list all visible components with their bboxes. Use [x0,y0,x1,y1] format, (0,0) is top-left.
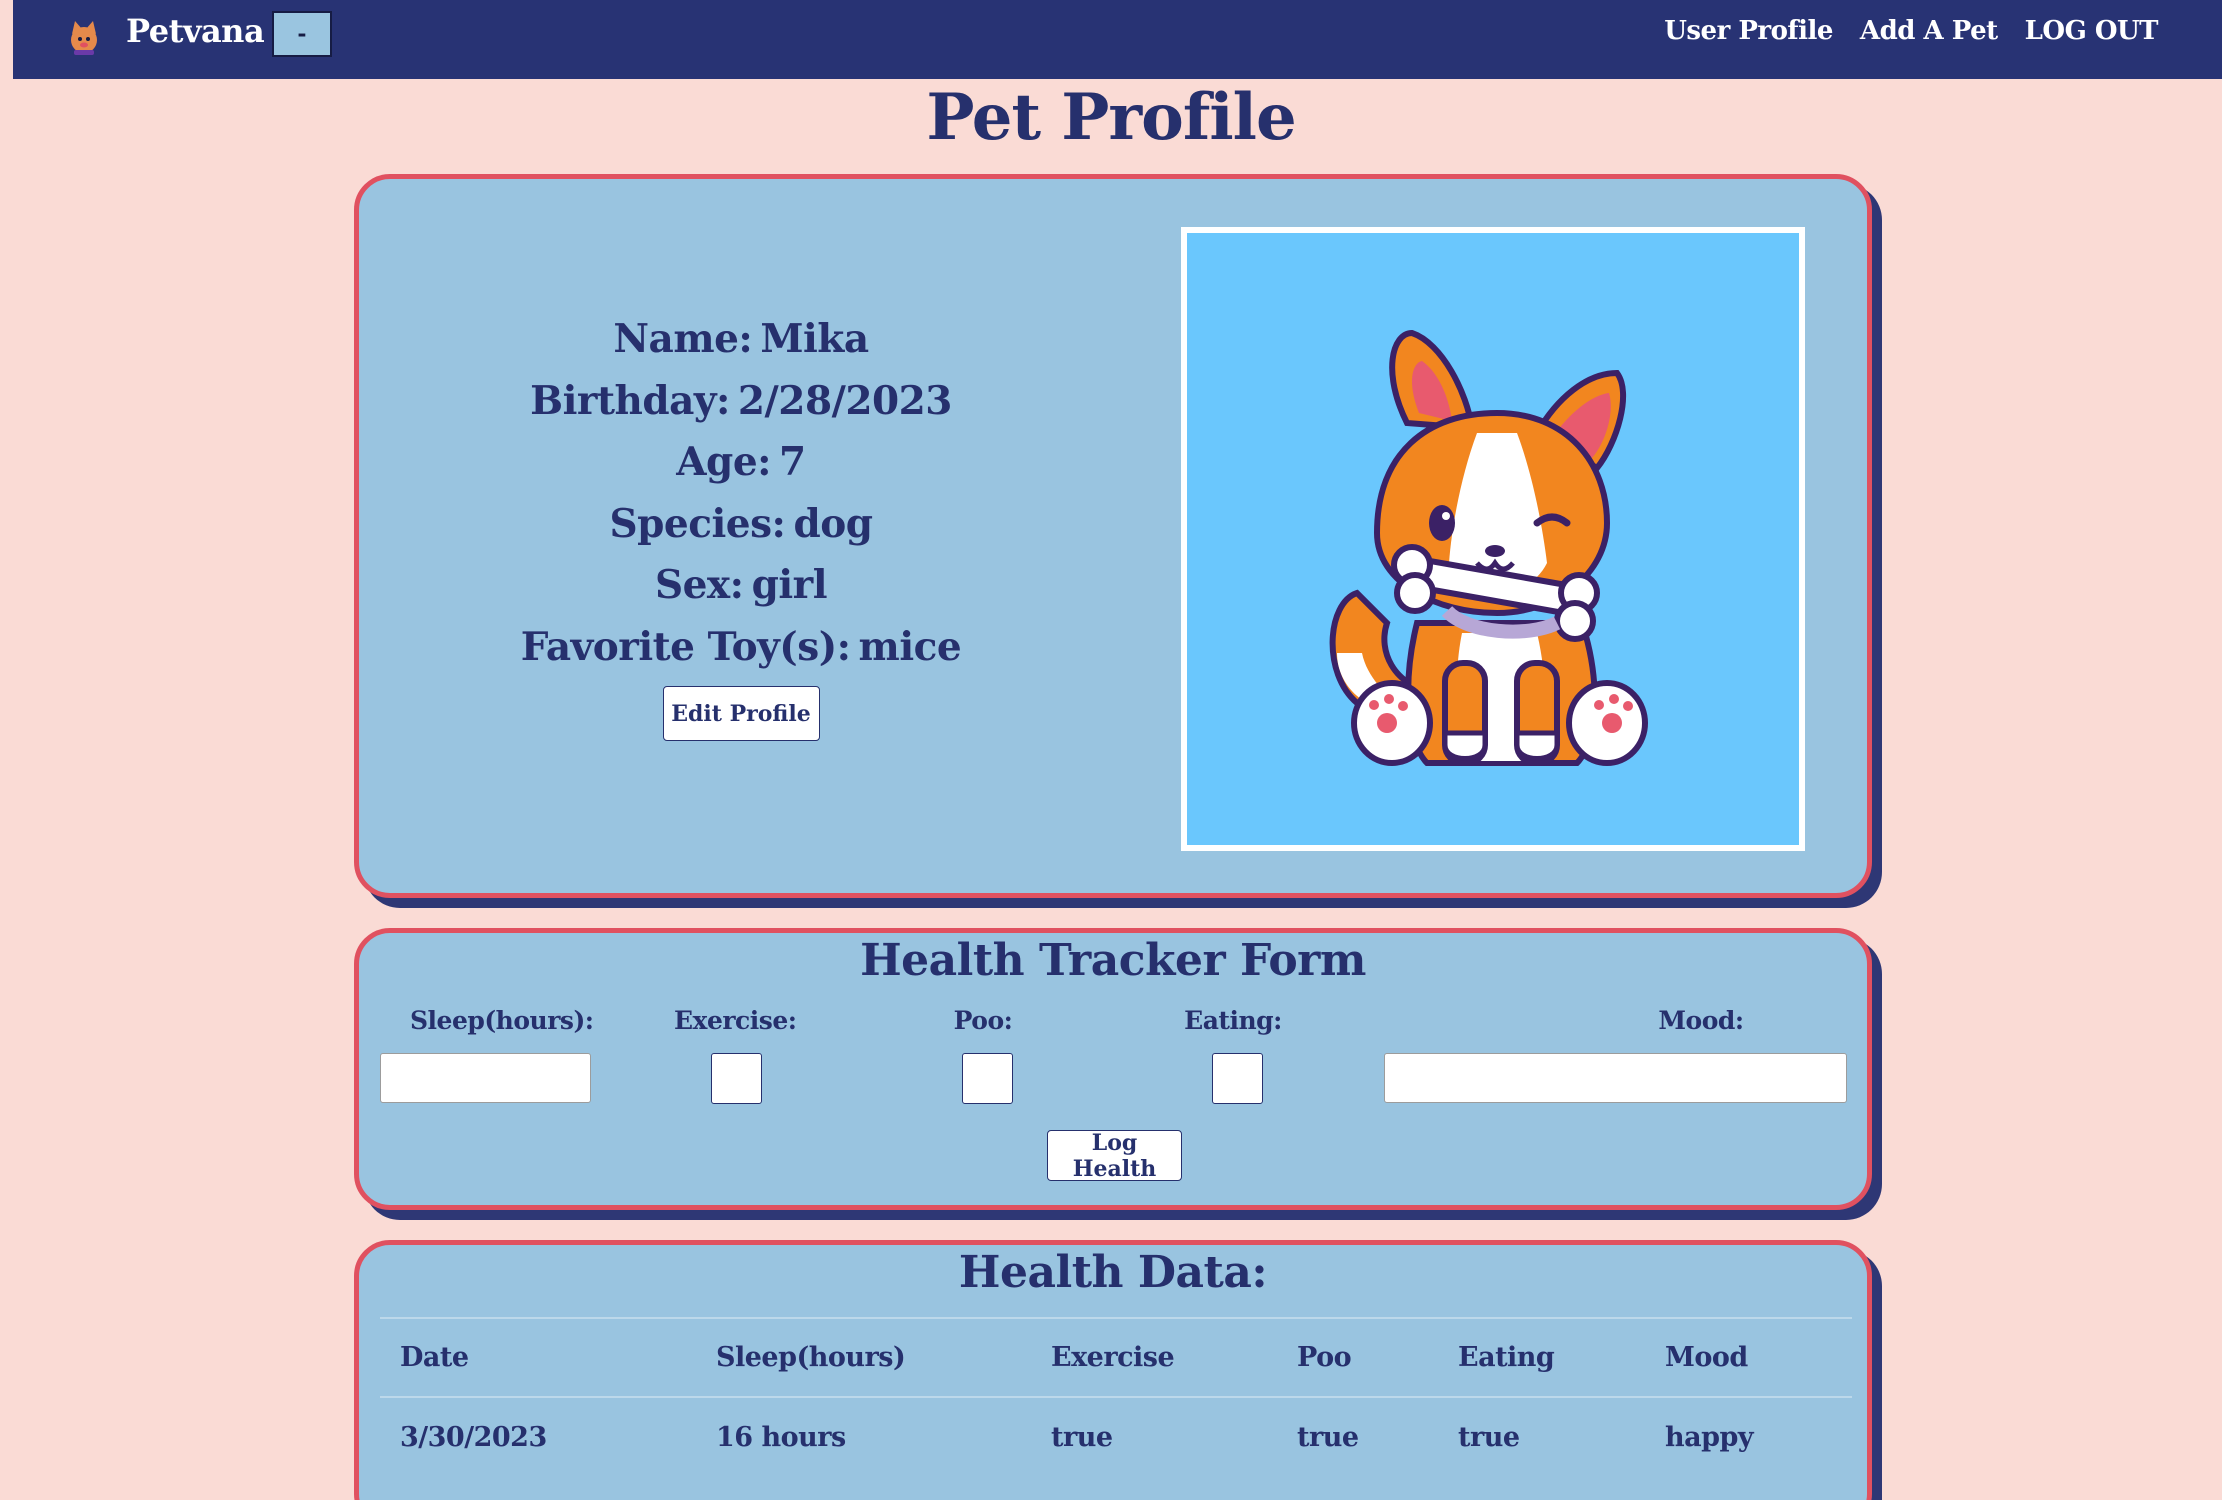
exercise-checkbox[interactable] [711,1053,762,1104]
sex-label: Sex: [654,562,744,608]
profile-info: Name: Mika Birthday: 2/28/2023 Age: 7 Speci… [359,309,1123,741]
health-data-title: Health Data: [958,1247,1268,1298]
pet-logo-icon[interactable] [61,14,107,60]
column-header-eating: Eating [1438,1317,1645,1398]
column-header-date: Date [380,1317,696,1398]
poo-checkbox[interactable] [962,1053,1013,1104]
health-data-card: Health Data: Date Sleep(hours) Exercise … [354,1240,1872,1500]
species-value: dog [793,500,873,547]
profile-name-row: Name: Mika [359,309,1123,371]
menu-toggle-button[interactable]: - [272,11,332,57]
cell-date: 3/30/2023 [400,1421,547,1453]
cell-mood: happy [1665,1421,1754,1453]
toys-label: Favorite Toy(s): [520,623,851,670]
eating-label: Eating: [1184,1006,1282,1035]
table-row: 3/30/2023 16 hours true true true happy [380,1397,1852,1476]
health-tracker-card: Health Tracker Form Sleep(hours): Exerci… [354,928,1872,1210]
name-label: Name: [613,316,753,362]
column-header-sleep: Sleep(hours) [696,1317,1031,1398]
navbar: Petvana - User Profile Add A Pet LOG OUT [13,0,2222,79]
profile-birthday-row: Birthday: 2/28/2023 [359,371,1123,433]
cell-sleep: 16 hours [716,1421,846,1453]
age-value: 7 [779,439,806,485]
birthday-value: 2/28/2023 [737,377,952,424]
poo-label: Poo: [953,1006,1013,1035]
cell-eating: true [1458,1421,1520,1453]
sex-value: girl [751,562,828,608]
profile-sex-row: Sex: girl [359,555,1123,617]
profile-age-row: Age: 7 [359,432,1123,494]
health-form-title: Health Tracker Form [860,935,1366,986]
name-value: Mika [760,316,869,362]
page-title: Pet Profile [926,80,1296,155]
eating-checkbox[interactable] [1212,1053,1263,1104]
birthday-label: Birthday: [530,377,730,424]
toys-value: mice [858,623,962,670]
mood-input[interactable] [1384,1053,1847,1103]
mood-label: Mood: [1658,1006,1744,1035]
pet-photo [1181,227,1805,851]
nav-link-user-profile[interactable]: User Profile [1664,16,1833,46]
nav-link-log-out[interactable]: LOG OUT [2025,16,2159,46]
brand-name[interactable]: Petvana [126,12,265,50]
corgi-illustration-icon [1329,329,1648,766]
species-label: Species: [609,500,786,547]
health-data-table: Date Sleep(hours) Exercise Poo Eating Mo… [380,1317,1852,1476]
nav-links: User Profile Add A Pet LOG OUT [1664,16,2158,46]
exercise-label: Exercise: [674,1006,797,1035]
sleep-hours-input[interactable] [380,1053,591,1103]
cell-exercise: true [1051,1421,1113,1453]
age-label: Age: [676,439,772,485]
column-header-exercise: Exercise [1031,1317,1277,1398]
edit-profile-button[interactable]: Edit Profile [662,686,820,741]
nav-link-add-a-pet[interactable]: Add A Pet [1860,16,1998,46]
sleep-label: Sleep(hours): [410,1006,594,1035]
profile-species-row: Species: dog [359,494,1123,556]
pet-profile-card: Name: Mika Birthday: 2/28/2023 Age: 7 Speci… [354,174,1872,898]
log-health-button[interactable]: Log Health [1047,1130,1182,1182]
profile-toys-row: Favorite Toy(s): mice [359,617,1123,679]
cell-poo: true [1297,1421,1359,1453]
column-header-mood: Mood [1645,1317,1852,1398]
column-header-poo: Poo [1277,1317,1438,1398]
table-header-row: Date Sleep(hours) Exercise Poo Eating Mo… [380,1317,1852,1398]
